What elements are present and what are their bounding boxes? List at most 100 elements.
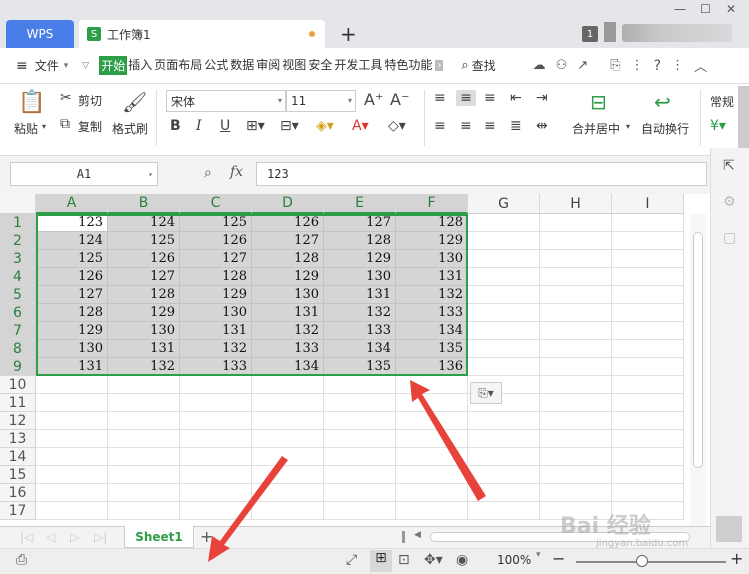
italic-icon[interactable]: I (196, 118, 202, 134)
cell[interactable]: 132 (324, 304, 396, 322)
scroll-left-icon[interactable]: ◀ (414, 530, 421, 540)
column-header[interactable]: C (180, 194, 252, 214)
align-middle-icon[interactable]: ≡ (456, 90, 476, 106)
cell[interactable]: 132 (252, 322, 324, 340)
merge-center-button[interactable]: 合并居中 (572, 120, 620, 137)
cell[interactable] (612, 466, 684, 484)
cell[interactable] (540, 340, 612, 358)
cell[interactable]: 129 (36, 322, 108, 340)
cell[interactable] (108, 502, 180, 520)
justify-icon[interactable]: ≣ (510, 118, 522, 134)
cell[interactable]: 133 (252, 340, 324, 358)
shapes-icon[interactable]: ▢ (723, 230, 736, 246)
page-break-view-icon[interactable]: ⊡ (398, 552, 410, 568)
cell[interactable] (180, 466, 252, 484)
splitter[interactable] (402, 531, 405, 543)
cell[interactable]: 128 (324, 232, 396, 250)
align-bottom-icon[interactable]: ≡ (484, 90, 496, 106)
cell[interactable] (612, 484, 684, 502)
cell[interactable] (108, 484, 180, 502)
bold-icon[interactable]: B (170, 118, 181, 134)
cell[interactable] (108, 412, 180, 430)
cell[interactable] (612, 430, 684, 448)
column-header[interactable]: F (396, 194, 468, 214)
vertical-scroll-thumb[interactable] (693, 232, 703, 468)
cell[interactable] (612, 322, 684, 340)
font-size-select[interactable]: 11 ▾ (286, 90, 356, 112)
cell[interactable]: 126 (36, 268, 108, 286)
cell[interactable] (612, 340, 684, 358)
font-name-select[interactable]: 宋体 ▾ (166, 90, 286, 112)
select-all-corner[interactable] (0, 194, 36, 214)
cell[interactable] (324, 394, 396, 412)
settings-icon[interactable]: ⚙ (723, 194, 736, 210)
cut-button[interactable]: 剪切 (78, 92, 102, 109)
row-header[interactable]: 13 (0, 430, 36, 448)
cell[interactable] (180, 394, 252, 412)
cell[interactable]: 128 (396, 214, 468, 232)
cell[interactable] (324, 430, 396, 448)
tab-review[interactable]: 审阅 (255, 56, 281, 75)
cell[interactable] (396, 430, 468, 448)
cell[interactable] (468, 286, 540, 304)
cell[interactable]: 129 (396, 232, 468, 250)
tab-page-layout[interactable]: 页面布局 (153, 56, 203, 75)
cell[interactable]: 136 (396, 358, 468, 376)
cell[interactable] (540, 304, 612, 322)
cell[interactable]: 126 (108, 250, 180, 268)
tab-start[interactable]: 开始 (99, 56, 128, 75)
cell[interactable]: 127 (252, 232, 324, 250)
wrap-text-icon[interactable]: ↩ (654, 90, 671, 114)
cell[interactable] (180, 376, 252, 394)
cell[interactable]: 127 (36, 286, 108, 304)
cell[interactable]: 130 (108, 322, 180, 340)
cell[interactable] (396, 502, 468, 520)
row-header[interactable]: 3 (0, 250, 36, 268)
cell[interactable] (468, 340, 540, 358)
border-icon[interactable]: ⊞▾ (246, 118, 265, 134)
cell[interactable] (612, 376, 684, 394)
zoom-slider-track[interactable] (576, 561, 726, 563)
paste-button[interactable]: 粘贴 (14, 120, 38, 137)
row-header[interactable]: 11 (0, 394, 36, 412)
cell[interactable]: 134 (324, 340, 396, 358)
distribute-icon[interactable]: ⇹ (536, 118, 548, 134)
cell[interactable] (612, 286, 684, 304)
cell[interactable] (540, 268, 612, 286)
tab-formula[interactable]: 公式 (203, 56, 229, 75)
cell[interactable]: 124 (36, 232, 108, 250)
column-header[interactable]: H (540, 194, 612, 214)
chevron-down-icon[interactable]: ▾ (626, 122, 630, 131)
cell[interactable]: 131 (36, 358, 108, 376)
decrease-font-icon[interactable]: A⁻ (390, 90, 409, 109)
cell[interactable] (324, 376, 396, 394)
cell[interactable] (540, 232, 612, 250)
column-header[interactable]: A (36, 194, 108, 214)
reading-view-icon[interactable]: ✥▾ (424, 552, 443, 568)
document-tab[interactable]: S 工作簿1 (79, 20, 325, 48)
cell[interactable]: 128 (180, 268, 252, 286)
tab-developer[interactable]: 开发工具 (333, 56, 383, 75)
cell[interactable] (108, 466, 180, 484)
cell[interactable] (36, 430, 108, 448)
cell[interactable]: 129 (324, 250, 396, 268)
cell[interactable] (396, 376, 468, 394)
eye-protection-icon[interactable]: ◉ (456, 552, 468, 568)
zoom-in-button[interactable]: + (730, 549, 743, 568)
cell[interactable] (36, 376, 108, 394)
cell[interactable]: 134 (252, 358, 324, 376)
collapse-ribbon-icon[interactable]: ︿ (694, 56, 707, 75)
toolbar-icon[interactable]: ⎘ (610, 58, 620, 73)
menu-file[interactable]: 文件 (34, 57, 60, 74)
cell[interactable] (468, 322, 540, 340)
cell[interactable]: 129 (180, 286, 252, 304)
tab-view[interactable]: 视图 (281, 56, 307, 75)
cell[interactable]: 131 (252, 304, 324, 322)
cell[interactable]: 131 (180, 322, 252, 340)
cell[interactable] (36, 394, 108, 412)
cell[interactable] (612, 304, 684, 322)
hamburger-icon[interactable]: ≡ (16, 58, 28, 74)
cell[interactable]: 128 (252, 250, 324, 268)
search-icon[interactable]: ⌕ (461, 58, 468, 73)
sheet-tab-sheet1[interactable]: Sheet1 (124, 526, 194, 548)
